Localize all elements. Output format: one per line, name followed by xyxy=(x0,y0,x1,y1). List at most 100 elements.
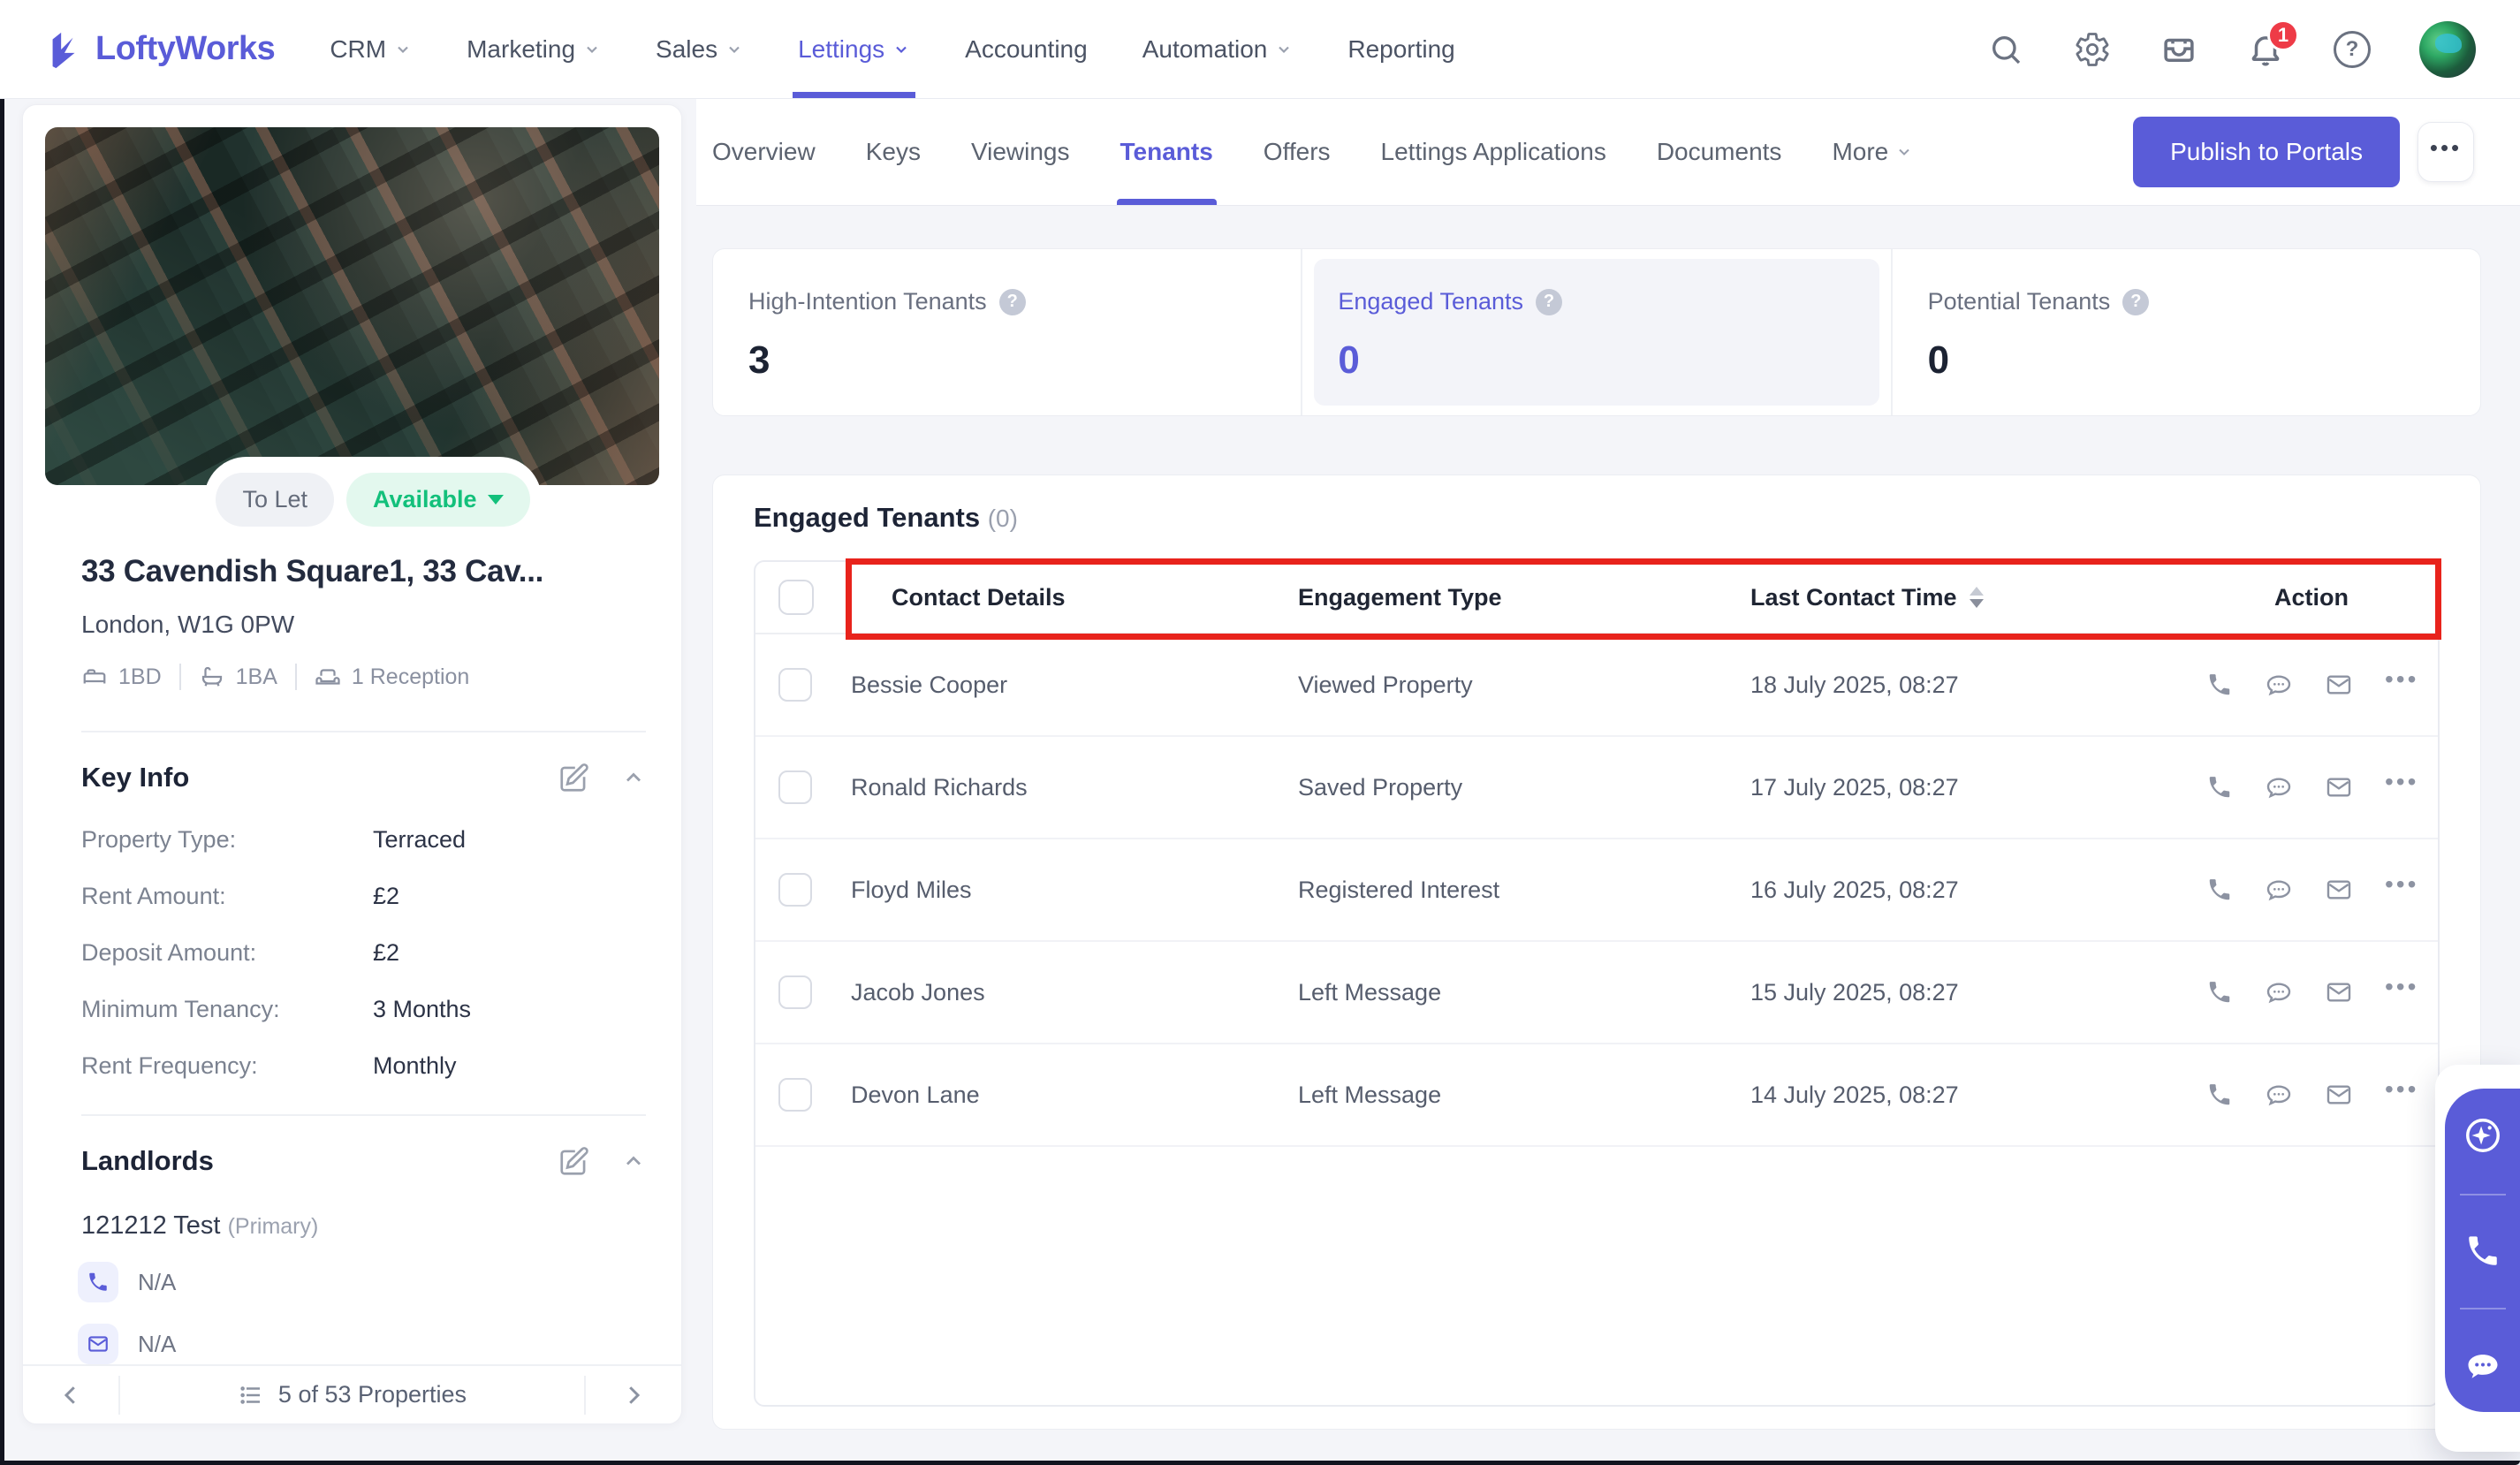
tab-lettings-applications[interactable]: Lettings Applications xyxy=(1381,99,1606,205)
ellipsis-menu-icon[interactable]: ••• xyxy=(2385,770,2418,805)
message-icon[interactable] xyxy=(2265,978,2293,1006)
notifications-bell-icon[interactable]: 1 xyxy=(2246,19,2299,69)
ellipsis-menu-icon[interactable]: ••• xyxy=(2385,1077,2418,1112)
more-actions-button[interactable]: ••• xyxy=(2418,122,2474,182)
property-tabs-bar: Overview Keys Viewings Tenants Offers Le… xyxy=(696,99,2520,206)
call-icon[interactable] xyxy=(2464,1233,2501,1270)
column-contact-details: Contact Details xyxy=(892,583,1066,611)
tenant-name[interactable]: Bessie Cooper xyxy=(851,672,1298,699)
nav-item-marketing[interactable]: Marketing xyxy=(467,0,601,98)
tenant-name[interactable]: Devon Lane xyxy=(851,1082,1298,1109)
loftyworks-logo[interactable]: LoftyWorks xyxy=(44,29,276,70)
engaged-tenants-title: Engaged Tenants (0) xyxy=(754,502,1018,533)
stat-engaged-tenants[interactable]: Engaged Tenants ? 0 xyxy=(1301,249,1890,415)
row-checkbox[interactable] xyxy=(778,770,812,804)
edit-pencil-icon[interactable] xyxy=(558,761,591,794)
tab-documents[interactable]: Documents xyxy=(1657,99,1782,205)
key-info-list: Property Type: Terraced Rent Amount: £2 De… xyxy=(23,826,681,1109)
tenant-name[interactable]: Floyd Miles xyxy=(851,877,1298,904)
row-checkbox[interactable] xyxy=(778,1078,812,1112)
message-icon[interactable] xyxy=(2265,876,2293,904)
engaged-tenants-count: (0) xyxy=(987,505,1018,532)
row-checkbox[interactable] xyxy=(778,668,812,702)
availability-status-dropdown[interactable]: Available xyxy=(346,472,530,527)
help-icon[interactable]: ? xyxy=(1536,288,1563,315)
mail-icon xyxy=(78,1324,118,1364)
key-info-row: Rent Amount: £2 xyxy=(81,883,400,909)
email-icon[interactable] xyxy=(2325,1081,2353,1109)
email-icon[interactable] xyxy=(2325,978,2353,1006)
previous-property-button[interactable] xyxy=(23,1366,118,1423)
nav-item-lettings[interactable]: Lettings xyxy=(793,0,916,98)
message-icon[interactable] xyxy=(2265,671,2293,699)
inbox-icon[interactable] xyxy=(2159,30,2198,69)
row-checkbox[interactable] xyxy=(778,873,812,907)
search-icon[interactable] xyxy=(1986,30,2025,69)
topbar-actions: 1 ? xyxy=(1986,19,2476,78)
chevron-down-icon xyxy=(587,46,597,53)
list-icon xyxy=(240,1385,260,1404)
chat-icon[interactable] xyxy=(2463,1347,2502,1385)
property-tabs: Overview Keys Viewings Tenants Offers Le… xyxy=(712,99,1913,205)
tenant-name[interactable]: Jacob Jones xyxy=(851,979,1298,1006)
nav-item-sales[interactable]: Sales xyxy=(656,0,743,98)
chevron-up-icon[interactable] xyxy=(621,765,646,790)
tab-offers[interactable]: Offers xyxy=(1264,99,1331,205)
tab-keys[interactable]: Keys xyxy=(866,99,921,205)
edit-pencil-icon[interactable] xyxy=(558,1144,591,1178)
tab-tenants[interactable]: Tenants xyxy=(1116,99,1218,205)
chevron-up-icon[interactable] xyxy=(621,1149,646,1173)
engagement-type: Left Message xyxy=(1298,978,1442,1006)
landlord-name[interactable]: 121212 Test (Primary) xyxy=(23,1211,681,1241)
message-icon[interactable] xyxy=(2265,773,2293,801)
publish-to-portals-button[interactable]: Publish to Portals xyxy=(2133,117,2400,187)
row-actions: ••• xyxy=(2185,770,2438,805)
table-row: Devon Lane Left Message 14 July 2025, 08… xyxy=(755,1044,2438,1147)
call-icon[interactable] xyxy=(2206,774,2233,801)
nav-item-reporting[interactable]: Reporting xyxy=(1347,0,1454,98)
tab-overview[interactable]: Overview xyxy=(712,99,816,205)
help-icon[interactable]: ? xyxy=(2122,288,2150,315)
message-icon[interactable] xyxy=(2265,1081,2293,1109)
tenant-name[interactable]: Ronald Richards xyxy=(851,774,1298,801)
help-icon[interactable]: ? xyxy=(2333,30,2372,69)
bathrooms-spec: 1BA xyxy=(199,664,277,690)
call-icon[interactable] xyxy=(2206,1082,2233,1108)
nav-item-crm[interactable]: CRM xyxy=(330,0,412,98)
engaged-tenants-section: Engaged Tenants (0) Contact Details Enga… xyxy=(712,474,2481,1430)
ellipsis-menu-icon[interactable]: ••• xyxy=(2385,872,2418,907)
last-contact-time: 15 July 2025, 08:27 xyxy=(1750,978,1959,1006)
properties-list-button[interactable]: 5 of 53 Properties xyxy=(120,1381,584,1408)
nav-item-accounting[interactable]: Accounting xyxy=(965,0,1088,98)
ellipsis-menu-icon[interactable]: ••• xyxy=(2385,975,2418,1010)
property-photo xyxy=(45,127,659,485)
ai-assistant-icon[interactable] xyxy=(2463,1115,2503,1156)
key-info-row: Rent Frequency: Monthly xyxy=(81,1052,457,1079)
settings-gear-icon[interactable] xyxy=(2073,30,2112,69)
row-checkbox[interactable] xyxy=(778,975,812,1009)
table-row: Floyd Miles Registered Interest 16 July … xyxy=(755,839,2438,942)
tab-more[interactable]: More xyxy=(1832,99,1913,205)
ellipsis-menu-icon[interactable]: ••• xyxy=(2385,667,2418,702)
chevron-down-icon xyxy=(1899,148,1909,156)
sort-toggle-icon[interactable] xyxy=(1969,587,1984,608)
email-icon[interactable] xyxy=(2325,671,2353,699)
nav-item-automation[interactable]: Automation xyxy=(1142,0,1294,98)
tab-viewings[interactable]: Viewings xyxy=(971,99,1070,205)
user-avatar[interactable] xyxy=(2419,20,2476,78)
stat-high-intention-tenants[interactable]: High-Intention Tenants ? 3 xyxy=(713,249,1301,415)
property-pagination: 5 of 53 Properties xyxy=(23,1364,681,1423)
pagination-label: 5 of 53 Properties xyxy=(277,1381,467,1408)
select-all-checkbox[interactable] xyxy=(778,580,814,615)
call-icon[interactable] xyxy=(2206,979,2233,1006)
row-actions: ••• xyxy=(2185,975,2438,1010)
email-icon[interactable] xyxy=(2325,876,2353,904)
help-icon[interactable]: ? xyxy=(998,288,1026,315)
call-icon[interactable] xyxy=(2206,877,2233,903)
next-property-button[interactable] xyxy=(586,1366,681,1423)
property-address: London, W1G 0PW xyxy=(81,611,295,638)
call-icon[interactable] xyxy=(2206,672,2233,698)
email-icon[interactable] xyxy=(2325,773,2353,801)
table-row: Ronald Richards Saved Property 17 July 2… xyxy=(755,737,2438,839)
stat-potential-tenants[interactable]: Potential Tenants ? 0 xyxy=(1890,249,2480,415)
